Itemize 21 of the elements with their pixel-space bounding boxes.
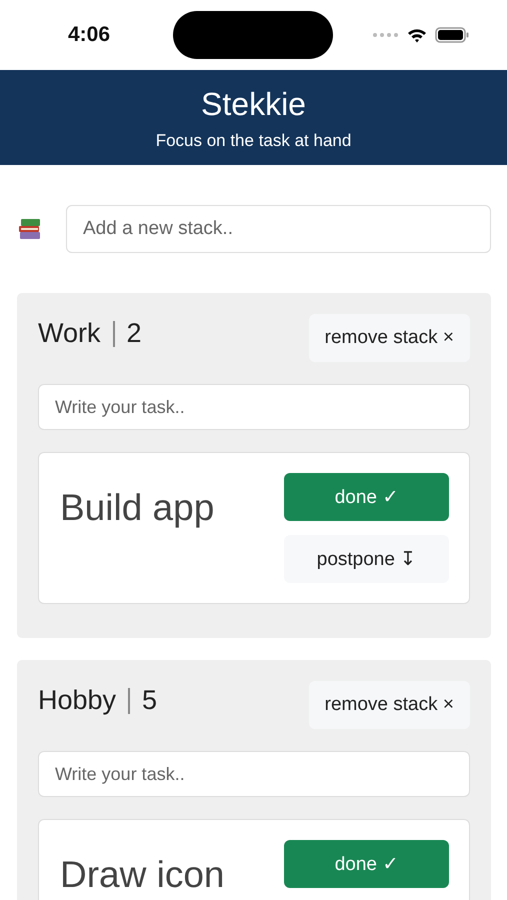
stack-count: 2 <box>126 318 142 349</box>
stack-name: Hobby <box>38 685 116 716</box>
task-field[interactable]: Write your task.. <box>38 384 470 430</box>
task-title: Draw icon <box>60 853 224 896</box>
books-icon <box>18 218 42 240</box>
done-button[interactable]: done ✓ <box>284 473 449 521</box>
remove-stack-button[interactable]: remove stack × <box>308 681 470 729</box>
signal-icon <box>373 33 399 37</box>
task-field[interactable]: Write your task.. <box>38 751 470 797</box>
done-button[interactable]: done ✓ <box>284 840 449 888</box>
status-time: 4:06 <box>68 23 112 47</box>
app-subtitle: Focus on the task at hand <box>156 131 352 151</box>
remove-stack-button[interactable]: remove stack × <box>308 314 470 362</box>
new-stack-field[interactable]: Add a new stack.. <box>66 205 491 253</box>
postpone-button[interactable]: postpone ↧ <box>284 535 449 583</box>
stack-name: Work <box>38 318 101 349</box>
battery-icon <box>435 27 469 43</box>
wifi-icon <box>407 28 427 42</box>
app-title: Stekkie <box>201 86 306 123</box>
task-title: Build app <box>60 486 214 530</box>
stack-count: 5 <box>142 685 158 716</box>
